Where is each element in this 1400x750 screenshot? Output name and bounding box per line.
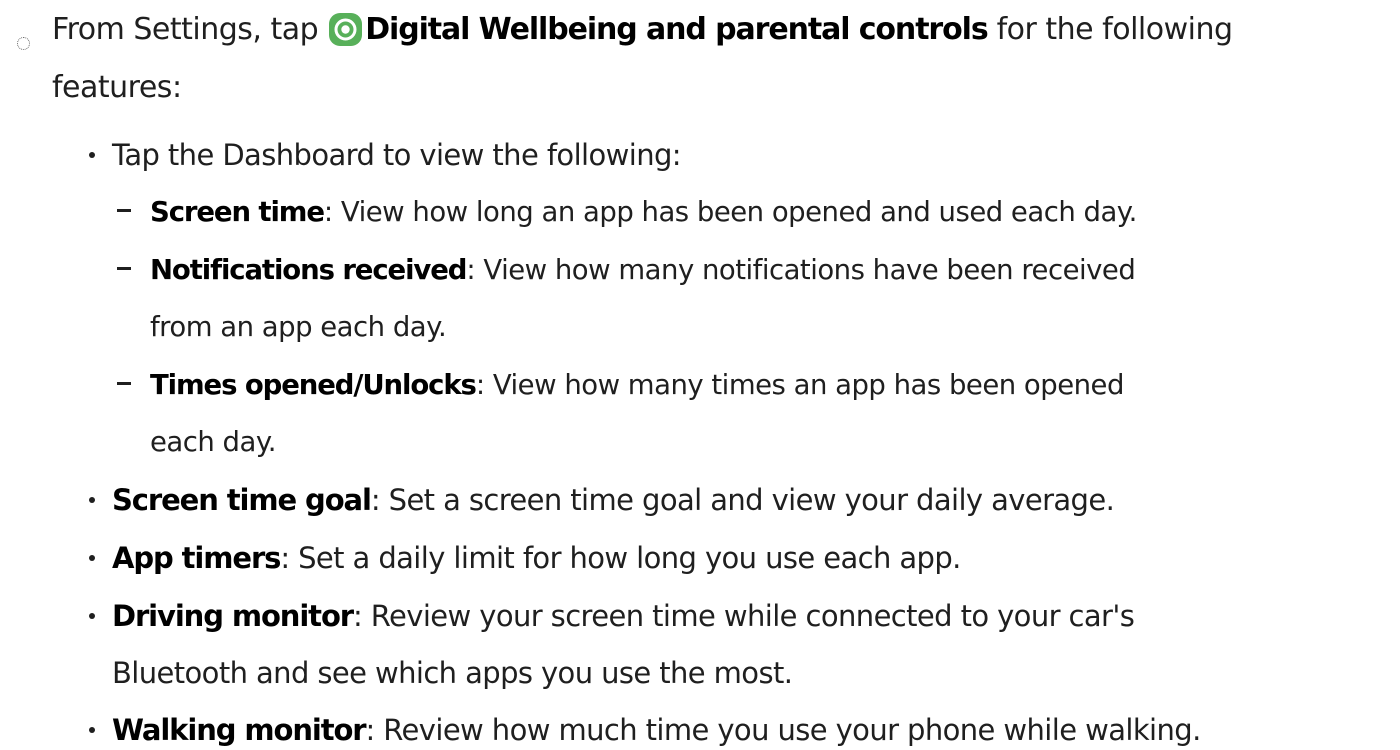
term-label: Walking monitor bbox=[112, 713, 367, 747]
term-label: Screen time bbox=[150, 196, 325, 228]
term-label: App timers bbox=[112, 541, 281, 575]
dashboard-subitem-times-opened-cont: each day. bbox=[150, 422, 276, 462]
circle-bullet-icon bbox=[17, 37, 30, 50]
dot-bullet-icon bbox=[89, 727, 95, 733]
dot-bullet-icon bbox=[89, 497, 95, 503]
dashboard-subitem-notifications: Notifications received: View how many no… bbox=[150, 250, 1136, 290]
dashboard-subitem-screen-time: Screen time: View how long an app has be… bbox=[150, 192, 1137, 232]
dot-bullet-icon bbox=[89, 555, 95, 561]
intro-suffix: for the following bbox=[987, 12, 1233, 47]
term-label: Notifications received bbox=[150, 254, 467, 286]
term-description: : View how many notifications have been … bbox=[466, 254, 1136, 286]
term-description: : View how many times an app has been op… bbox=[475, 369, 1125, 401]
term-description: : Set a daily limit for how long you use… bbox=[280, 541, 961, 575]
dashboard-subitem-notifications-cont: from an app each day. bbox=[150, 307, 447, 347]
intro-line-1: From Settings, tap Digital Wellbeing and… bbox=[52, 10, 1233, 50]
document: From Settings, tap Digital Wellbeing and… bbox=[0, 0, 1400, 747]
feature-walking-monitor: Walking monitor: Review how much time yo… bbox=[112, 710, 1201, 750]
term-description-continuation: from an app each day. bbox=[150, 311, 447, 343]
feature-screen-time-goal: Screen time goal: Set a screen time goal… bbox=[112, 480, 1115, 520]
intro-continuation: features: bbox=[52, 70, 182, 105]
dashboard-item: Tap the Dashboard to view the following: bbox=[112, 135, 682, 175]
term-description-continuation: Bluetooth and see which apps you use the… bbox=[112, 656, 793, 690]
term-description: : View how long an app has been opened a… bbox=[323, 196, 1138, 228]
feature-driving-monitor: Driving monitor: Review your screen time… bbox=[112, 596, 1135, 636]
digital-wellbeing-icon bbox=[329, 13, 363, 46]
feature-app-timers: App timers: Set a daily limit for how lo… bbox=[112, 538, 961, 578]
term-description-continuation: each day. bbox=[150, 426, 276, 458]
dashboard-text: Tap the Dashboard to view the following: bbox=[112, 138, 682, 172]
dash-bullet-icon bbox=[117, 267, 131, 270]
term-label: Screen time goal bbox=[112, 483, 372, 517]
digital-wellbeing-link[interactable]: Digital Wellbeing and parental controls bbox=[365, 12, 988, 47]
term-label: Times opened/Unlocks bbox=[150, 369, 477, 401]
intro-prefix: From Settings, tap bbox=[52, 12, 328, 47]
dashboard-subitem-times-opened: Times opened/Unlocks: View how many time… bbox=[150, 365, 1124, 405]
dot-bullet-icon bbox=[89, 613, 95, 619]
dot-bullet-icon bbox=[89, 152, 95, 158]
term-description: : Review your screen time while connecte… bbox=[352, 599, 1135, 633]
intro-line-2: features: bbox=[52, 68, 182, 108]
dash-bullet-icon bbox=[117, 209, 131, 212]
term-label: Driving monitor bbox=[112, 599, 354, 633]
dash-bullet-icon bbox=[117, 382, 131, 385]
term-description: : Set a screen time goal and view your d… bbox=[370, 483, 1115, 517]
term-description: : Review how much time you use your phon… bbox=[365, 713, 1202, 747]
feature-driving-monitor-cont: Bluetooth and see which apps you use the… bbox=[112, 653, 793, 693]
